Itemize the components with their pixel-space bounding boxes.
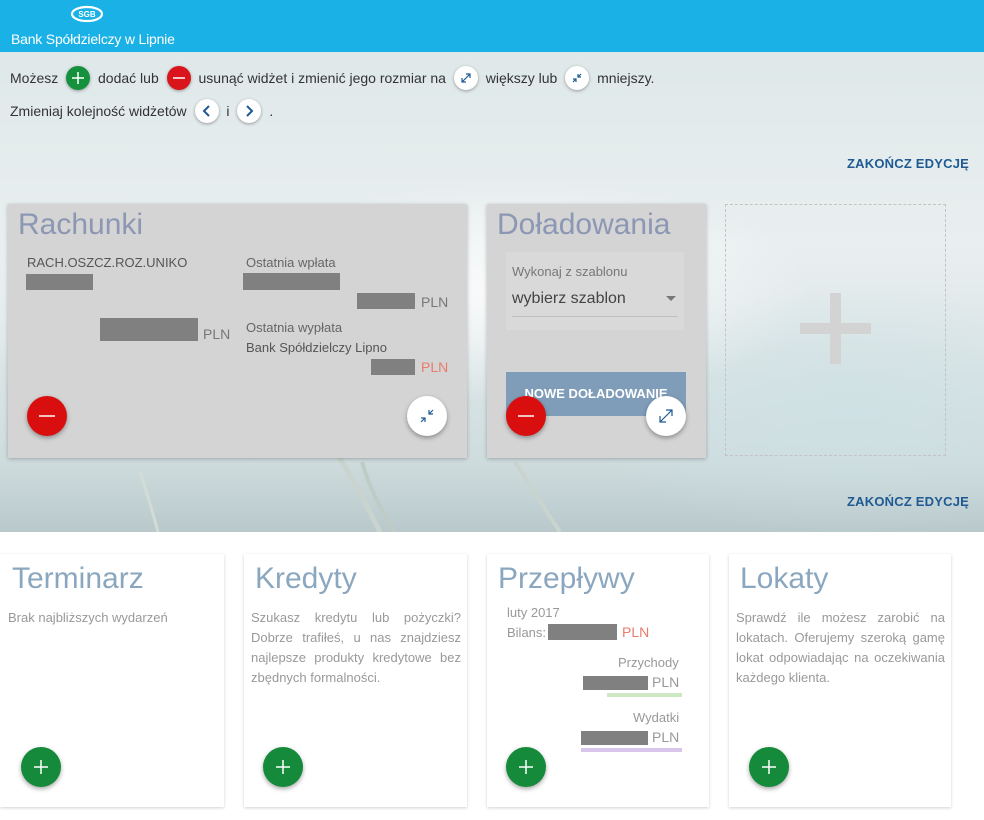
last-deposit-label: Ostatnia wpłata [246, 255, 336, 270]
widget-title-rachunki: Rachunki [18, 208, 144, 241]
flow-expense-label: Wydatki [633, 710, 680, 725]
account-balance-currency: PLN [203, 326, 231, 342]
widget-title-doladowania: Doładowania [497, 208, 671, 241]
card-text-kredyty: Szukasz kredytu lub pożyczki? Dobrze tra… [251, 610, 461, 685]
plus-icon [34, 760, 48, 774]
add-widget-icon [66, 66, 91, 90]
shrink-widget-button-rachunki[interactable] [407, 396, 447, 436]
end-edit-link-top[interactable]: ZAKOŃCZ EDYCJĘ [847, 156, 969, 171]
top-bar: SGB Bank Spółdzielczy w Lipnie [0, 0, 984, 52]
card-title-lokaty[interactable]: Lokaty [740, 562, 828, 596]
card-title-terminarz[interactable]: Terminarz [12, 562, 144, 596]
add-widget-button-przeplywy[interactable] [506, 747, 546, 787]
instr-text-3: usunąć widżet i zmienić jego rozmiar na [198, 70, 446, 86]
remove-widget-icon [166, 66, 191, 90]
card-title-przeplywy[interactable]: Przepływy [498, 562, 635, 596]
instr-text-4: większy lub [485, 70, 558, 86]
logo-text: SGB [78, 10, 96, 19]
template-select-value[interactable]: wybierz szablon [512, 290, 626, 308]
account-name[interactable]: RACH.OSZCZ.ROZ.UNIKO [27, 255, 187, 270]
plus-icon[interactable] [800, 293, 871, 364]
instr-text-6: Zmieniaj kolejność widżetów [10, 103, 187, 119]
flow-income-bar [607, 693, 682, 697]
minus-icon [39, 415, 55, 417]
instr-text-1: Możesz [10, 70, 59, 86]
plus-icon [276, 760, 290, 774]
chevron-left-icon [194, 99, 219, 123]
instr-text-2: dodać lub [98, 70, 159, 86]
flow-balance-hidden [548, 624, 617, 640]
flow-balance-currency: PLN [622, 624, 650, 640]
chevron-down-icon[interactable] [666, 296, 676, 301]
card-title-kredyty[interactable]: Kredyty [255, 562, 357, 596]
add-widget-button-kredyty[interactable] [263, 747, 303, 787]
last-withdrawal-currency: PLN [421, 359, 449, 375]
last-withdrawal-label: Ostatnia wypłata [246, 320, 343, 335]
chevron-right-icon [237, 99, 262, 123]
account-number-hidden [26, 274, 93, 290]
flow-expense-hidden [581, 731, 648, 745]
bank-logo-icon[interactable]: SGB [70, 4, 104, 24]
expand-icon [453, 66, 478, 90]
add-widget-button-terminarz[interactable] [21, 747, 61, 787]
instr-text-8: . [269, 103, 274, 119]
last-withdrawal-amount-hidden [371, 359, 415, 375]
last-withdrawal-source: Bank Spółdzielczy Lipno [246, 340, 387, 355]
flow-expense-bar [581, 748, 682, 752]
last-deposit-title-hidden [243, 273, 340, 290]
flow-income-currency: PLN [652, 674, 680, 690]
account-balance-hidden [100, 318, 198, 341]
flow-income-label: Przychody [618, 655, 679, 670]
remove-widget-button-doladowania[interactable] [506, 396, 546, 436]
template-select-label: Wykonaj z szablonu [512, 264, 628, 279]
instructions-line-2: Zmieniaj kolejność widżetów i . [10, 99, 273, 123]
last-deposit-currency: PLN [421, 294, 449, 310]
flow-income-hidden [583, 676, 648, 690]
card-text-lokaty: Sprawdź ile możesz zarobić na lokatach. … [736, 610, 945, 685]
expand-widget-button-doladowania[interactable] [646, 396, 686, 436]
collapse-icon [420, 409, 434, 423]
instr-text-7: i [226, 103, 230, 119]
last-deposit-amount-hidden [357, 293, 415, 309]
plus-icon [519, 760, 533, 774]
remove-widget-button-rachunki[interactable] [27, 396, 67, 436]
expand-icon [659, 409, 673, 423]
plus-icon [762, 760, 776, 774]
instr-text-5: mniejszy. [597, 70, 655, 86]
instructions-line-1: Możesz dodać lub usunąć widżet i zmienić… [10, 66, 654, 90]
collapse-icon [565, 66, 590, 90]
select-underline [512, 316, 678, 317]
flow-expense-currency: PLN [652, 729, 680, 745]
bank-name[interactable]: Bank Spółdzielczy w Lipnie [11, 31, 175, 47]
template-select[interactable]: Wykonaj z szablonu wybierz szablon [506, 252, 684, 330]
add-widget-button-lokaty[interactable] [749, 747, 789, 787]
flow-balance-label: Bilans: [507, 625, 547, 640]
card-text-terminarz: Brak najbliższych wydarzeń [8, 610, 168, 625]
end-edit-link-bottom[interactable]: ZAKOŃCZ EDYCJĘ [847, 494, 969, 509]
minus-icon [518, 415, 534, 417]
flow-month: luty 2017 [507, 605, 560, 620]
widget-rachunki [8, 204, 467, 458]
